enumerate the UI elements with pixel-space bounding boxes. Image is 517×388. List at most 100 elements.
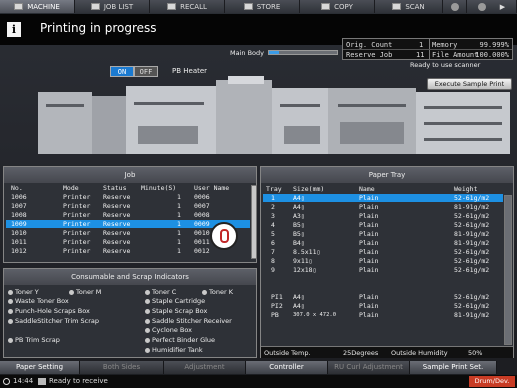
paper-tray-row[interactable]: PI1 A4▯ Plain 52-61g/m2: [263, 293, 503, 301]
paper-tray-cell: Plain: [359, 266, 379, 274]
environment-readout: Outside Temp. 25Degrees Outside Humidity…: [261, 346, 513, 358]
copier-icon: [14, 3, 24, 10]
paper-tray-row[interactable]: 7 8.5x11▯ Plain 52-61g/m2: [263, 248, 503, 256]
consumable-item: Perfect Binder Glue: [145, 336, 215, 344]
job-row[interactable]: 1006 Printer Reserve 1 0006: [6, 193, 250, 201]
job-cell: 0011: [194, 238, 210, 246]
job-cell: Reserve: [103, 238, 131, 246]
job-cell: 1011: [11, 238, 27, 246]
tab-scan[interactable]: SCAN: [375, 0, 443, 13]
status-bar: 14:44 Ready to receive Drum/Dev.: [0, 375, 517, 388]
paper-tray-cell: A4▯: [293, 293, 305, 301]
copy-icon: [321, 3, 331, 10]
paper-tray-row[interactable]: 3 A3▯ Plain 52-61g/m2: [263, 212, 503, 220]
job-cell: Reserve: [103, 211, 131, 219]
drag-handle-icon[interactable]: [210, 222, 238, 250]
paper-tray-cell: 8: [271, 257, 275, 265]
tab-help[interactable]: ▶: [467, 0, 517, 13]
job-cell: 1: [177, 238, 181, 246]
paper-tray-cell: PI1: [271, 293, 283, 301]
adjustment-button[interactable]: Adjustment: [164, 361, 246, 374]
paper-tray-row[interactable]: PI2 A4▯ Plain 52-61g/m2: [263, 302, 503, 310]
job-cell: 1: [177, 247, 181, 255]
paper-tray-row[interactable]: 8 9x11▯ Plain 52-61g/m2: [263, 257, 503, 265]
paper-tray-row[interactable]: 9 12x18▯ Plain 52-61g/m2: [263, 266, 503, 274]
job-cell: 1012: [11, 247, 27, 255]
printer-icon: [38, 378, 46, 385]
paper-tray-cell: B5▯: [293, 221, 305, 229]
paper-tray-cell: 81-91g/m2: [454, 203, 490, 211]
paper-tray-cell: 81-91g/m2: [454, 311, 490, 319]
tab-job-list[interactable]: JOB LIST: [75, 0, 150, 13]
paper-tray-cell: 52-61g/m2: [454, 293, 490, 301]
clock-icon: [3, 378, 10, 385]
controller-button[interactable]: Controller: [246, 361, 328, 374]
paper-tray-row[interactable]: 4 B5▯ Plain 52-61g/m2: [263, 221, 503, 229]
main-body-label: Main Body: [230, 49, 264, 57]
paper-tray-cell: 307.0 x 472.0: [293, 312, 337, 318]
consumable-item: Toner Y: [8, 288, 39, 296]
job-cell: Printer: [63, 202, 91, 210]
paper-tray-row[interactable]: 5 B5▯ Plain 81-91g/m2: [263, 230, 503, 238]
paper-tray-cell: 5: [271, 230, 275, 238]
paper-tray-cell: 52-61g/m2: [454, 212, 490, 220]
job-cell: 1009: [11, 220, 27, 228]
page-title: Printing in progress: [40, 21, 157, 35]
job-row[interactable]: 1012 Printer Reserve 1 0012: [6, 247, 250, 255]
paper-tray-cell: Plain: [359, 311, 379, 319]
drum-dev-warning[interactable]: Drum/Dev.: [469, 376, 515, 387]
paper-tray-row[interactable]: 1 A4▯ Plain 52-61g/m2: [263, 194, 503, 202]
both-sides-button[interactable]: Both Sides: [80, 361, 164, 374]
paper-tray-cell: 52-61g/m2: [454, 302, 490, 310]
tab-recall[interactable]: RECALL: [150, 0, 225, 13]
job-cell: Reserve: [103, 220, 131, 228]
job-row[interactable]: 1008 Printer Reserve 1 0008: [6, 211, 250, 219]
job-cell: 1: [177, 193, 181, 201]
consumable-item: Waste Toner Box: [8, 297, 69, 305]
top-tab-bar: MACHINE JOB LIST RECALL STORE COPY SCAN …: [0, 0, 517, 13]
job-row[interactable]: 1007 Printer Reserve 1 0007: [6, 202, 250, 210]
job-cell: Printer: [63, 220, 91, 228]
paper-tray-row[interactable]: PB 307.0 x 472.0 Plain 81-91g/m2: [263, 311, 503, 319]
counter-status-box: Orig. Count 1 Memory 99.999% Reserve Job…: [342, 38, 513, 60]
tab-copy[interactable]: COPY: [300, 0, 375, 13]
job-list-icon: [90, 3, 100, 10]
next-icon: ▶: [499, 2, 506, 11]
paper-tray-cell: Plain: [359, 221, 379, 229]
paper-tray-cell: 2: [271, 203, 275, 211]
paper-tray-cell: 52-61g/m2: [454, 248, 490, 256]
paper-setting-button[interactable]: Paper Setting: [0, 361, 80, 374]
paper-tray-row[interactable]: 2 A4▯ Plain 81-91g/m2: [263, 203, 503, 211]
paper-tray-cell: B5▯: [293, 230, 305, 238]
consumable-item: Cyclone Box: [145, 326, 192, 334]
job-scrollbar[interactable]: [251, 185, 257, 259]
machine-status-screen: { "tabs": [ {"label": "MACHINE", "icon":…: [0, 0, 517, 388]
consumable-item: Staple Cartridge: [145, 297, 205, 305]
tab-store[interactable]: STORE: [225, 0, 300, 13]
ru-curl-adjustment-button[interactable]: RU Curl Adjustment: [328, 361, 410, 374]
job-cell: 0010: [194, 229, 210, 237]
paper-tray-scrollbar[interactable]: [504, 195, 512, 345]
job-cell: Printer: [63, 211, 91, 219]
consumable-item: PB Trim Scrap: [8, 336, 60, 344]
paper-tray-row[interactable]: 6 B4▯ Plain 81-91g/m2: [263, 239, 503, 247]
paper-tray-cell: 9: [271, 266, 275, 274]
paper-tray-cell: B4▯: [293, 239, 305, 247]
tab-machine[interactable]: MACHINE: [0, 0, 75, 13]
consumable-item: Toner K: [202, 288, 233, 296]
paper-tray-cell: 81-91g/m2: [454, 230, 490, 238]
question-icon: [477, 2, 486, 11]
job-cell: 1008: [11, 211, 27, 219]
paper-tray-cell: Plain: [359, 257, 379, 265]
tab-network[interactable]: [443, 0, 467, 13]
job-panel: Job No. Mode Status Minute(S) User Name …: [3, 166, 257, 263]
sample-print-set-button[interactable]: Sample Print Set.: [410, 361, 497, 374]
job-table-header: No. Mode Status Minute(S) User Name: [11, 184, 230, 192]
status-message: Ready to receive: [49, 377, 108, 385]
job-cell: 0006: [194, 193, 210, 201]
paper-tray-table: Tray Size(mm) Name Weight 1 A4▯ Plain 52-61…: [263, 185, 503, 345]
paper-tray-title: Paper Tray: [261, 167, 513, 183]
job-panel-title: Job: [4, 167, 256, 183]
job-cell: 1010: [11, 229, 27, 237]
paper-tray-cell: Plain: [359, 248, 379, 256]
